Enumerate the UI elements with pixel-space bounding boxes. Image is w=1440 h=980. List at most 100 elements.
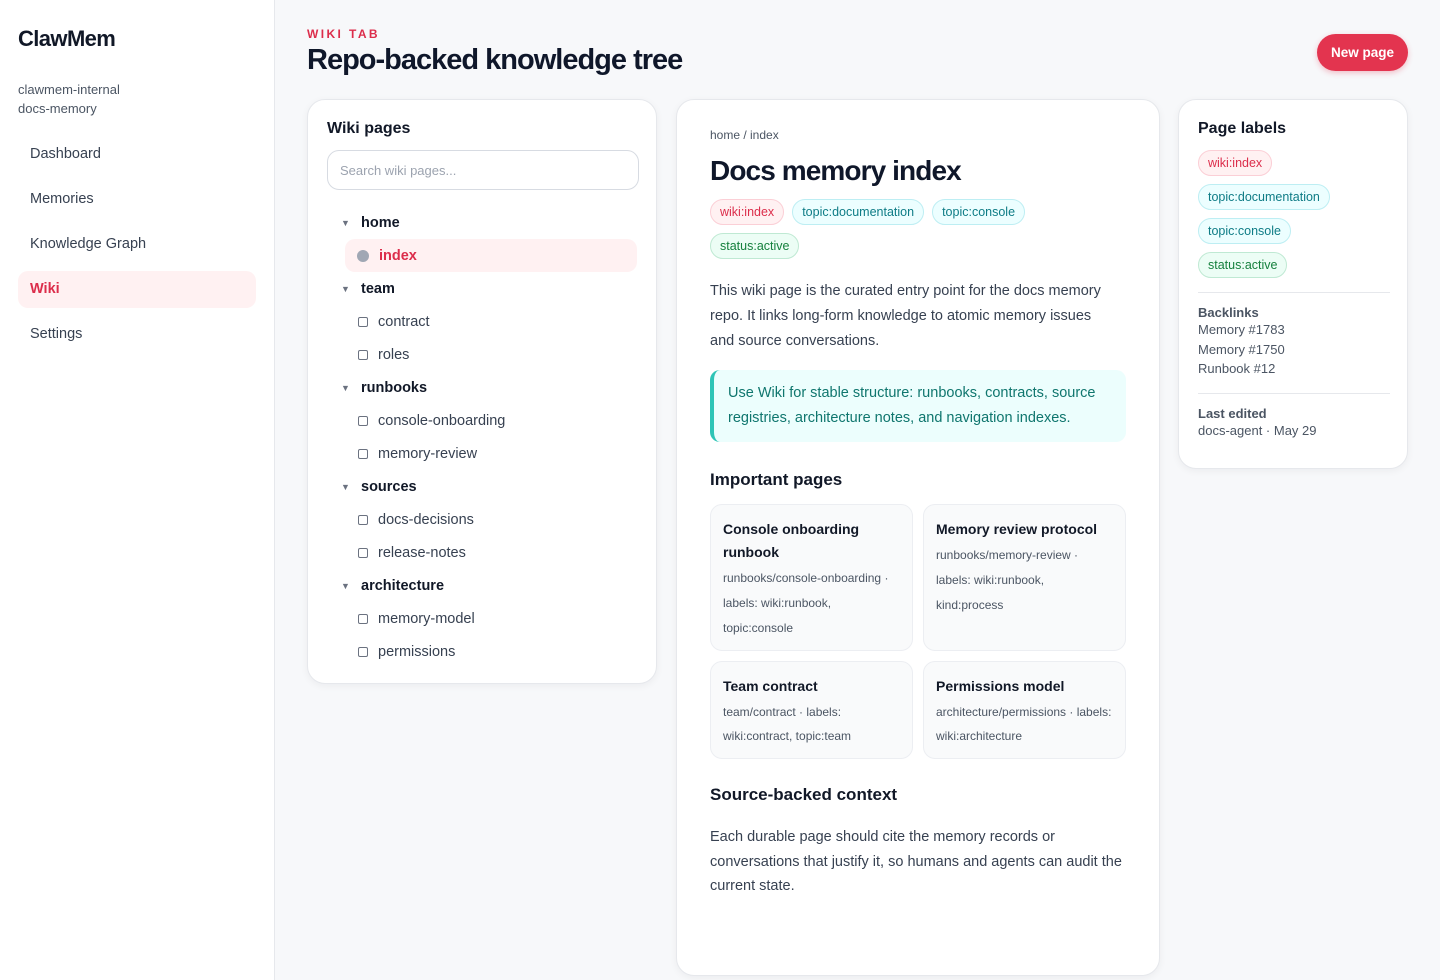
context-text: Each durable page should cite the memory… bbox=[710, 829, 1122, 894]
page-icon bbox=[358, 514, 368, 525]
caret-down-icon[interactable]: ▼ bbox=[341, 482, 361, 492]
wiki-tree-panel: Wiki pages ▼homeindex▼teamcontractroles▼… bbox=[307, 99, 657, 684]
sidebar-nav: Dashboard Memories Knowledge Graph Wiki … bbox=[18, 136, 256, 353]
tree-page-label: permissions bbox=[378, 643, 456, 660]
doc-lead: This wiki page is the curated entry poin… bbox=[710, 283, 1101, 349]
backlink-item[interactable]: Memory #1783 bbox=[1198, 320, 1388, 340]
important-page-meta: runbooks/console-onboarding · labels: wi… bbox=[723, 571, 889, 635]
doc-title: Docs memory index bbox=[710, 155, 962, 186]
label-chip[interactable]: wiki:index bbox=[1198, 150, 1273, 176]
tree-folder-label: architecture bbox=[361, 577, 445, 594]
tree-page-label: console-onboarding bbox=[378, 412, 506, 429]
caret-down-icon[interactable]: ▼ bbox=[341, 581, 361, 591]
tree-page-label: index bbox=[379, 247, 417, 264]
backlinks-title: Backlinks bbox=[1198, 305, 1259, 320]
important-page-title: Console onboarding runbook bbox=[723, 521, 860, 560]
divider bbox=[1198, 292, 1390, 293]
label-chip[interactable]: status:active bbox=[1198, 252, 1288, 278]
page-icon bbox=[358, 415, 368, 426]
page-eyebrow: WIKI TAB bbox=[307, 27, 380, 41]
important-pages-grid: Console onboarding runbook runbooks/cons… bbox=[710, 504, 1126, 759]
important-page-title: Team contract bbox=[723, 678, 818, 694]
page-icon bbox=[358, 613, 368, 624]
workspace-org: clawmem-internal bbox=[18, 82, 120, 97]
tree-page-permissions[interactable]: permissions bbox=[327, 635, 637, 668]
context-title: Source-backed context bbox=[710, 785, 898, 804]
tree-page-contract[interactable]: contract bbox=[327, 305, 637, 338]
tree-page-index[interactable]: index bbox=[345, 239, 637, 272]
tree-folder-label: sources bbox=[361, 478, 417, 495]
page-meta-panel: Page labels wiki:index topic:documentati… bbox=[1178, 99, 1408, 469]
sidebar-item-wiki[interactable]: Wiki bbox=[18, 271, 256, 308]
label-chip[interactable]: topic:console bbox=[932, 199, 1026, 225]
tree-page-label: docs-decisions bbox=[378, 511, 474, 528]
backlink-item[interactable]: Memory #1750 bbox=[1198, 340, 1388, 360]
tree-folder-label: runbooks bbox=[361, 379, 428, 396]
page-icon bbox=[358, 349, 368, 360]
tree-folder-team[interactable]: ▼ team bbox=[327, 272, 637, 305]
tree-page-memory-model[interactable]: memory-model bbox=[327, 602, 637, 635]
label-chip[interactable]: topic:console bbox=[1198, 218, 1291, 244]
important-page-title: Memory review protocol bbox=[936, 521, 1098, 537]
new-page-button[interactable]: New page bbox=[1317, 34, 1408, 71]
tree-page-label: roles bbox=[378, 346, 410, 363]
tree-folder-sources[interactable]: ▼ sources bbox=[327, 470, 637, 503]
page-icon bbox=[358, 448, 368, 459]
brand-logo[interactable]: ClawMem bbox=[18, 26, 256, 52]
important-pages-title: Important pages bbox=[710, 470, 843, 489]
important-page-card[interactable]: Permissions model architecture/permissio… bbox=[923, 661, 1126, 759]
backlink-item[interactable]: Runbook #12 bbox=[1198, 359, 1388, 379]
last-edited-title: Last edited bbox=[1198, 405, 1267, 421]
doc-labels: wiki:index topic:documentation topic:con… bbox=[710, 199, 1110, 259]
page-icon bbox=[358, 646, 368, 657]
tree-folder-label: home bbox=[361, 214, 400, 231]
tree-folder-home[interactable]: ▼ home bbox=[327, 206, 637, 239]
sidebar-item-memories[interactable]: Memories bbox=[18, 181, 256, 218]
page-labels-list: wiki:index topic:documentation topic:con… bbox=[1198, 150, 1388, 278]
tree-page-roles[interactable]: roles bbox=[327, 338, 637, 371]
label-chip[interactable]: topic:documentation bbox=[792, 199, 925, 225]
last-edited-value: docs-agent · May 29 bbox=[1198, 422, 1317, 438]
tree-page-label: contract bbox=[378, 313, 430, 330]
tree-page-label: memory-review bbox=[378, 445, 478, 462]
tree-page-release-notes[interactable]: release-notes bbox=[327, 536, 637, 569]
wiki-tree: ▼ home index ▼ team contract roles ▼ runbooks con… bbox=[327, 206, 637, 668]
breadcrumb[interactable]: home / index bbox=[710, 128, 1126, 142]
caret-down-icon[interactable]: ▼ bbox=[341, 218, 361, 228]
doc-callout: Use Wiki for stable structure: runbooks,… bbox=[710, 370, 1126, 442]
wiki-search-input[interactable] bbox=[327, 150, 639, 190]
sidebar-item-settings[interactable]: Settings bbox=[18, 316, 256, 353]
caret-down-icon[interactable]: ▼ bbox=[341, 284, 361, 294]
label-chip[interactable]: wiki:index bbox=[710, 199, 785, 225]
tree-folder-architecture[interactable]: ▼ architecture bbox=[327, 569, 637, 602]
tree-page-label: release-notes bbox=[378, 544, 466, 561]
label-chip[interactable]: topic:documentation bbox=[1198, 184, 1330, 210]
active-page-dot-icon bbox=[357, 249, 369, 262]
important-page-meta: team/contract · labels: wiki:contract, t… bbox=[723, 705, 852, 743]
tree-folder-label: team bbox=[361, 280, 395, 297]
sidebar-item-knowledge-graph[interactable]: Knowledge Graph bbox=[18, 226, 256, 263]
sidebar: ClawMem clawmem-internal docs-memory Das… bbox=[0, 0, 275, 980]
wiki-page-content: home / index Docs memory index wiki:inde… bbox=[676, 99, 1160, 976]
divider bbox=[1198, 392, 1390, 394]
page-icon bbox=[358, 547, 368, 558]
tree-page-label: memory-model bbox=[378, 610, 475, 627]
wiki-tree-title: Wiki pages bbox=[327, 120, 411, 137]
workspace-repo: docs-memory bbox=[18, 101, 97, 116]
important-page-card[interactable]: Console onboarding runbook runbooks/cons… bbox=[710, 504, 913, 651]
page-labels-title: Page labels bbox=[1198, 120, 1287, 137]
important-page-title: Permissions model bbox=[936, 678, 1065, 694]
page-icon bbox=[358, 316, 368, 327]
tree-page-console-onboarding[interactable]: console-onboarding bbox=[327, 404, 637, 437]
important-page-card[interactable]: Memory review protocol runbooks/memory-r… bbox=[923, 504, 1126, 651]
label-chip[interactable]: status:active bbox=[710, 233, 800, 259]
page-title: Repo-backed knowledge tree bbox=[307, 44, 683, 76]
important-page-meta: runbooks/memory-review · labels: wiki:ru… bbox=[936, 548, 1079, 612]
tree-folder-runbooks[interactable]: ▼ runbooks bbox=[327, 371, 637, 404]
caret-down-icon[interactable]: ▼ bbox=[341, 383, 361, 393]
important-page-card[interactable]: Team contract team/contract · labels: wi… bbox=[710, 661, 913, 759]
important-page-meta: architecture/permissions · labels: wiki:… bbox=[936, 705, 1112, 743]
tree-page-memory-review[interactable]: memory-review bbox=[327, 437, 637, 470]
sidebar-item-dashboard[interactable]: Dashboard bbox=[18, 136, 256, 173]
tree-page-docs-decisions[interactable]: docs-decisions bbox=[327, 503, 637, 536]
